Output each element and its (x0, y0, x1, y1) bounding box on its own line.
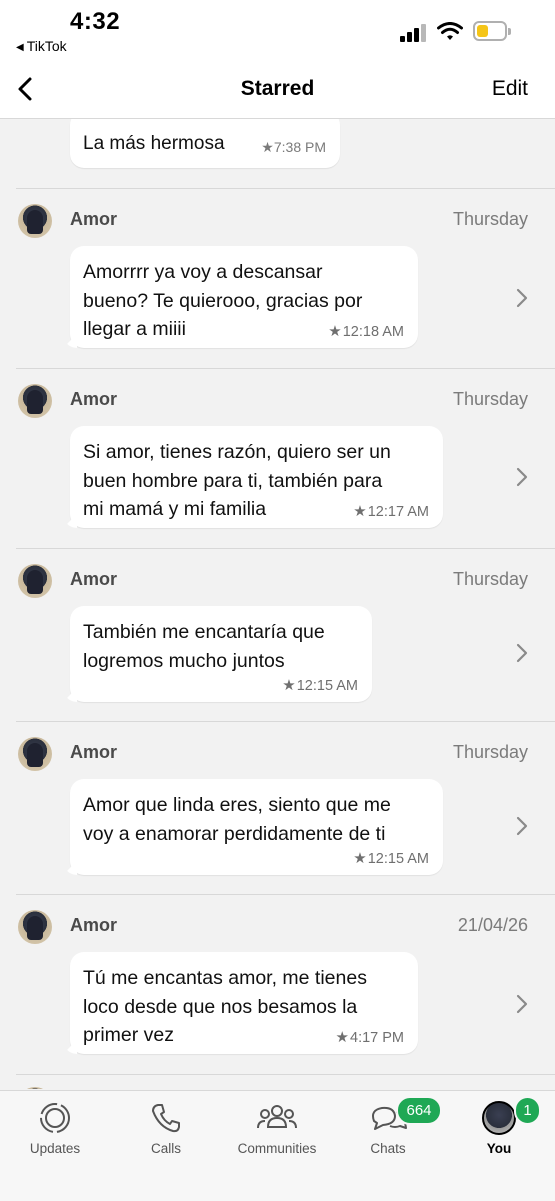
message-bubble[interactable]: Tú me encantas amor, me tienes loco desd… (63, 952, 418, 1054)
tab-updates[interactable]: Updates (0, 1101, 110, 1156)
star-icon: ★ (335, 1029, 349, 1046)
message-date: Thursday (452, 569, 528, 589)
message-bubble[interactable]: Amor que linda eres, siento que me voy a… (63, 779, 443, 875)
message-bubble[interactable]: Si amor, tienes razón, quiero ser un bue… (63, 426, 443, 528)
tab-calls[interactable]: Calls (111, 1101, 221, 1156)
chevron-right-icon[interactable] (515, 287, 529, 309)
message-time: ★4:17 PM (335, 1029, 404, 1046)
phone-icon (152, 1104, 180, 1133)
message-time: ★7:38 PM (261, 139, 326, 155)
message-bubble[interactable]: También me encantaría que logremos mucho… (63, 606, 372, 702)
message-date: Thursday (452, 389, 528, 409)
message-time: ★12:15 AM (353, 850, 429, 867)
cellular-signal-icon (400, 24, 428, 42)
starred-entry[interactable]: Amor Thursday Amor que linda eres, sient… (0, 722, 555, 895)
message-bubble[interactable]: La más hermosa ★7:38 PM (70, 119, 340, 168)
updates-icon (40, 1103, 70, 1133)
chevron-right-icon[interactable] (515, 466, 529, 488)
divider (16, 1074, 555, 1075)
communities-icon (257, 1105, 297, 1129)
message-bubble[interactable]: Amorrrr ya voy a descansar bueno? Te qui… (63, 246, 418, 348)
starred-entry[interactable]: Amor 21/04/26 Tú me encantas amor, me ti… (0, 895, 555, 1075)
avatar (482, 1101, 516, 1135)
starred-entry[interactable]: Amor Thursday Amorrrr ya voy a descansar… (0, 189, 555, 369)
battery-icon (473, 21, 511, 41)
star-icon: ★ (353, 503, 367, 520)
tab-label: Calls (150, 1141, 181, 1156)
sender-name: Amor (70, 915, 118, 935)
avatar[interactable] (18, 204, 52, 238)
message-date: Thursday (452, 742, 528, 762)
navigation-bar: Starred Edit (0, 60, 555, 119)
page-title: Starred (240, 77, 315, 100)
tab-bar: Updates Calls Communities Chats 664 You … (0, 1090, 555, 1201)
starred-message-list[interactable]: La más hermosa ★7:38 PM Amor Thursday Am… (0, 119, 555, 1089)
you-notification-badge: 1 (514, 1096, 541, 1125)
message-time: ★12:18 AM (328, 323, 404, 340)
sender-name: Amor (70, 569, 118, 589)
message-text: La más hermosa (83, 133, 225, 154)
message-text: Amor que linda eres, siento que me voy a… (83, 794, 391, 845)
avatar[interactable] (18, 910, 52, 944)
star-icon: ★ (353, 850, 367, 867)
tab-label: You (486, 1141, 512, 1156)
tab-label: Updates (29, 1141, 81, 1156)
avatar[interactable] (18, 384, 52, 418)
avatar[interactable] (18, 564, 52, 598)
back-to-app-link[interactable]: ◀ TikTok (16, 38, 67, 54)
sender-name: Amor (70, 742, 118, 762)
star-icon: ★ (261, 139, 274, 155)
message-date: Thursday (452, 209, 528, 229)
message-time: ★12:15 AM (282, 677, 358, 694)
tab-label: Communities (237, 1141, 317, 1156)
avatar[interactable] (18, 737, 52, 771)
message-date: 21/04/26 (457, 915, 528, 935)
message-text: También me encantaría que logremos mucho… (83, 621, 325, 672)
star-icon: ★ (282, 677, 296, 694)
tab-communities[interactable]: Communities (222, 1101, 332, 1156)
starred-entry[interactable]: Amor Thursday Si amor, tienes razón, qui… (0, 369, 555, 549)
message-text: Si amor, tienes razón, quiero ser un bue… (83, 441, 391, 520)
avatar (18, 1087, 52, 1089)
edit-button[interactable]: Edit (492, 77, 528, 101)
chevron-right-icon[interactable] (515, 993, 529, 1015)
chevron-right-icon[interactable] (515, 642, 529, 664)
sender-name: Amor (70, 389, 118, 409)
sender-name: Amor (70, 209, 118, 229)
chevron-right-icon[interactable] (515, 815, 529, 837)
tab-label: Chats (370, 1141, 406, 1156)
status-bar: 4:32 ◀ TikTok (0, 0, 555, 60)
message-text: Amorrrr ya voy a descansar bueno? Te qui… (83, 261, 363, 340)
back-app-label: TikTok (26, 38, 67, 54)
clock: 4:32 (70, 8, 121, 35)
message-text: Tú me encantas amor, me tienes loco desd… (83, 967, 367, 1046)
star-icon: ★ (328, 323, 342, 340)
message-time: ★12:17 AM (353, 503, 429, 520)
starred-entry[interactable]: Amor Thursday También me encantaría que … (0, 549, 555, 722)
unread-chats-badge: 664 (396, 1096, 442, 1125)
back-triangle-icon: ◀ (16, 42, 24, 53)
wifi-icon (437, 22, 463, 40)
